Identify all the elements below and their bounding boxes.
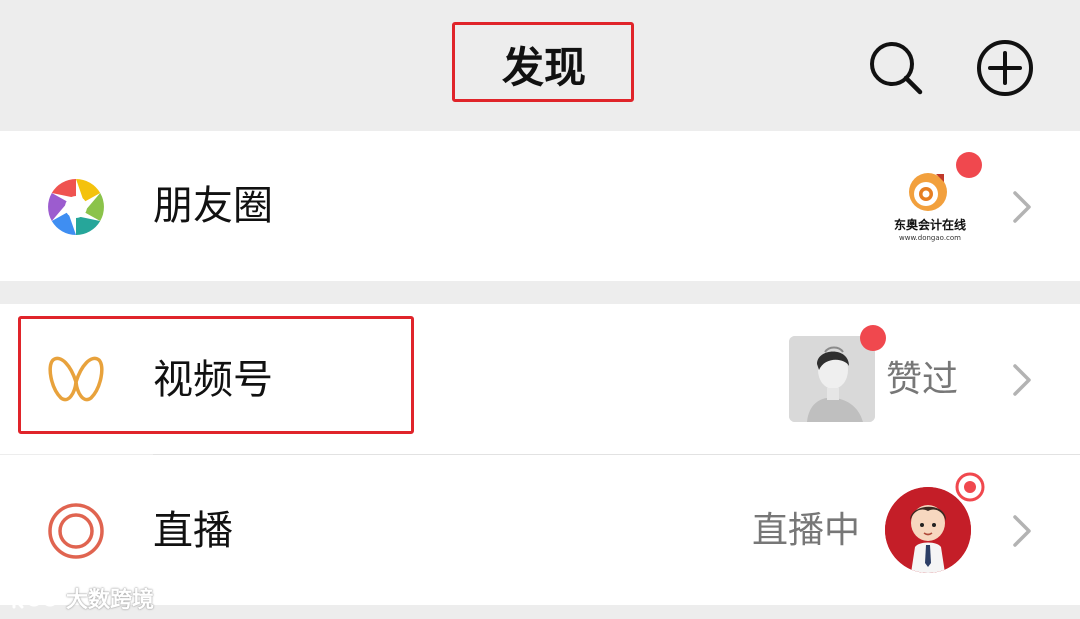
moments-row[interactable]: 朋友圈 东奥会计在线 www.dongao.com bbox=[0, 131, 1080, 281]
channels-highlight-box bbox=[18, 316, 414, 434]
chevron-right-icon bbox=[1013, 515, 1031, 547]
live-row[interactable]: 直播 直播中 bbox=[0, 455, 1080, 605]
watermark-logo-icon bbox=[12, 587, 59, 609]
bottom-gap bbox=[0, 605, 1080, 619]
dongao-logo bbox=[909, 173, 947, 211]
thumbnail-brand-url: www.dongao.com bbox=[899, 234, 961, 242]
camera-aperture-icon bbox=[48, 179, 104, 235]
live-ring-icon bbox=[48, 503, 104, 559]
watermark-text: 大数跨境 bbox=[66, 588, 155, 613]
live-label: 直播 bbox=[153, 508, 233, 554]
channels-thumbnail bbox=[789, 336, 875, 422]
thumbnail-brand-name: 东奥会计在线 bbox=[893, 218, 966, 232]
search-icon[interactable] bbox=[866, 38, 926, 98]
chevron-right-icon bbox=[1013, 364, 1031, 396]
plus-circle-icon[interactable] bbox=[975, 38, 1035, 98]
watermark: 大数跨境 bbox=[8, 580, 154, 616]
title-highlight-box bbox=[452, 22, 634, 102]
moments-label: 朋友圈 bbox=[153, 183, 273, 229]
channels-red-dot bbox=[860, 325, 886, 351]
moments-red-dot bbox=[956, 152, 982, 178]
chevron-right-icon bbox=[1013, 191, 1031, 223]
live-status: 直播中 bbox=[752, 510, 861, 551]
live-indicator-icon bbox=[955, 472, 985, 502]
moments-thumbnail: 东奥会计在线 www.dongao.com bbox=[890, 166, 970, 248]
portrait-photo bbox=[789, 336, 875, 422]
top-bar: 发现 bbox=[0, 0, 1080, 131]
channels-status: 赞过 bbox=[886, 359, 959, 400]
